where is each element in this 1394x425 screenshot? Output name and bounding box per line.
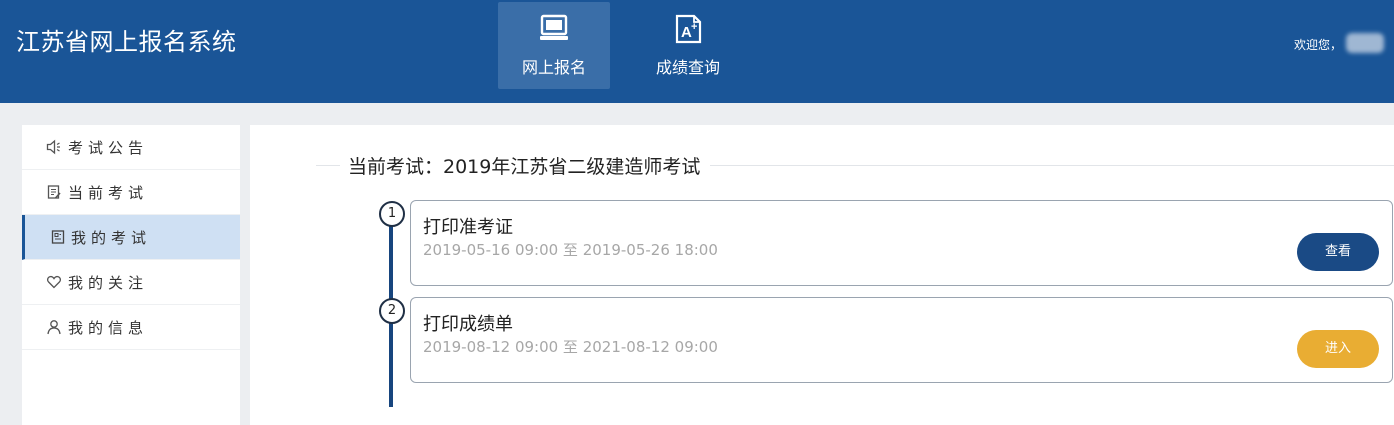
sidebar-item-current-exam[interactable]: 当前考试 — [22, 170, 240, 215]
current-exam-title: 当前考试：2019年江苏省二级建造师考试 — [340, 152, 711, 179]
step-card-print-score-report: 打印成绩单 2019-08-12 09:00 至 2021-08-12 09:0… — [410, 297, 1393, 383]
speaker-icon — [46, 139, 62, 159]
edit-document-icon — [46, 184, 62, 204]
step-time-range: 2019-05-16 09:00 至 2019-05-26 18:00 — [423, 241, 718, 259]
heart-icon — [46, 274, 62, 294]
sidebar-item-label: 我的考试 — [71, 229, 152, 247]
username-redacted[interactable] — [1346, 33, 1384, 53]
nav-grade-query[interactable]: A + 成绩查询 — [632, 2, 744, 89]
sidebar-item-label: 我的信息 — [68, 319, 149, 337]
step-title: 打印成绩单 — [423, 314, 513, 335]
sidebar-item-label: 考试公告 — [68, 139, 149, 157]
welcome-text: 欢迎您， — [1294, 38, 1343, 52]
exam-document-icon — [50, 229, 66, 249]
svg-text:+: + — [691, 21, 697, 33]
sidebar-item-my-exams[interactable]: 我的考试 — [22, 215, 240, 260]
sidebar-item-my-follows[interactable]: 我的关注 — [22, 260, 240, 305]
step-number-badge: 2 — [379, 298, 405, 324]
sidebar: 考试公告 当前考试 我的考试 我的关注 我的信息 — [22, 125, 240, 425]
main-content: 当前考试：2019年江苏省二级建造师考试 1 打印准考证 2019-05-16 … — [250, 125, 1394, 425]
app-title: 江苏省网上报名系统 — [16, 28, 237, 56]
view-button[interactable]: 查看 — [1297, 233, 1379, 271]
sidebar-item-label: 我的关注 — [68, 274, 149, 292]
top-header: 江苏省网上报名系统 网上报名 A + 成绩查询 欢迎您， — [0, 0, 1394, 103]
step-number-badge: 1 — [379, 201, 405, 227]
monitor-icon — [539, 14, 569, 48]
step-card-print-admission-ticket: 打印准考证 2019-05-16 09:00 至 2019-05-26 18:0… — [410, 200, 1393, 286]
step-time-range: 2019-08-12 09:00 至 2021-08-12 09:00 — [423, 338, 718, 356]
sidebar-item-my-info[interactable]: 我的信息 — [22, 305, 240, 350]
sidebar-item-exam-announcements[interactable]: 考试公告 — [22, 125, 240, 170]
enter-button[interactable]: 进入 — [1297, 330, 1379, 368]
sidebar-item-label: 当前考试 — [68, 184, 149, 202]
user-icon — [46, 319, 62, 339]
nav-label: 网上报名 — [521, 58, 586, 77]
step-title: 打印准考证 — [423, 217, 513, 238]
nav-online-registration[interactable]: 网上报名 — [498, 2, 610, 89]
nav-label: 成绩查询 — [655, 58, 720, 77]
grade-document-icon: A + — [673, 14, 703, 48]
